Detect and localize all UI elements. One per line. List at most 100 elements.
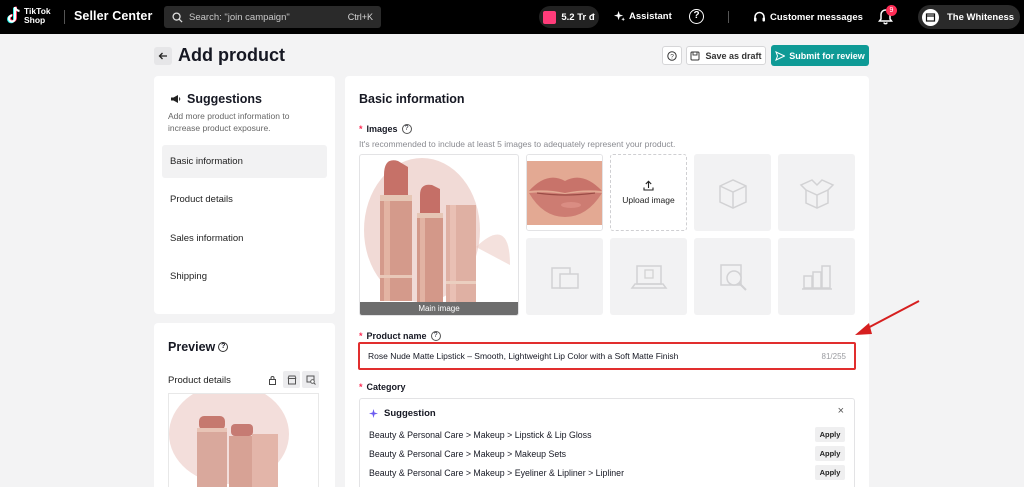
- section-title: Basic information: [359, 92, 465, 106]
- search-preview-icon[interactable]: [302, 371, 319, 388]
- category-suggestion-box: Suggestion × Beauty & Personal Care > Ma…: [359, 398, 855, 487]
- search-icon: [172, 11, 183, 23]
- save-draft-button[interactable]: Save as draft: [686, 46, 766, 65]
- page-title: Add product: [178, 45, 285, 65]
- coins-balance-button[interactable]: 5.2 Tr đ: [539, 6, 599, 28]
- category-path: Beauty & Personal Care > Makeup > Lipsti…: [369, 429, 592, 440]
- package-icon: [550, 266, 579, 289]
- divider: [64, 10, 65, 24]
- apply-button[interactable]: Apply: [815, 465, 845, 480]
- submit-review-label: Submit for review: [789, 50, 865, 61]
- question-circle-icon[interactable]: ?: [218, 342, 229, 352]
- open-box-icon: [799, 178, 834, 209]
- image-placeholder-size-chart[interactable]: [778, 238, 855, 315]
- help-button[interactable]: ?: [662, 46, 682, 65]
- nav-item-shipping[interactable]: Shipping: [162, 260, 327, 293]
- logo-line-2: Shop: [24, 15, 46, 25]
- preview-mode-switcher: [264, 371, 319, 388]
- lips-photo: [527, 155, 602, 230]
- save-icon: [690, 51, 700, 60]
- divider: [728, 11, 729, 23]
- suggestion-header: Suggestion: [369, 408, 436, 419]
- preview-panel: Preview ? Product details: [154, 323, 335, 487]
- upload-label: Upload image: [622, 195, 675, 205]
- upload-icon: [643, 180, 654, 191]
- preview-title-text: Preview: [168, 340, 216, 354]
- user-menu[interactable]: The Whiteness: [918, 5, 1020, 29]
- category-label: * Category: [359, 382, 406, 392]
- svg-text:?: ?: [670, 53, 674, 60]
- product-name-label: * Product name ?: [359, 331, 441, 341]
- basic-information-section: Basic information * Images ? It's recomm…: [345, 76, 869, 487]
- nav-item-label: Sales information: [170, 233, 244, 244]
- category-suggestion-row: Beauty & Personal Care > Makeup > Eyelin…: [369, 464, 845, 481]
- shop-preview-icon[interactable]: [283, 371, 300, 388]
- image-placeholder-magnifier[interactable]: [694, 238, 771, 315]
- tiktok-logo-icon: [7, 6, 20, 24]
- send-icon: [775, 50, 786, 61]
- product-name-label-text: Product name: [366, 331, 427, 341]
- customer-messages-label: Customer messages: [770, 11, 863, 23]
- image-placeholder-package[interactable]: [526, 238, 603, 315]
- assistant-button[interactable]: Assistant: [614, 11, 672, 22]
- size-chart-icon: [801, 264, 832, 290]
- product-name-value: Rose Nude Matte Lipstick – Smooth, Light…: [368, 351, 679, 361]
- megaphone-icon: [171, 95, 181, 103]
- lock-icon[interactable]: [264, 371, 281, 388]
- required-marker: *: [359, 124, 363, 134]
- magnifier-icon: [719, 263, 747, 291]
- sparkle-icon: [614, 11, 625, 22]
- preview-title: Preview ?: [168, 340, 229, 354]
- category-suggestion-row: Beauty & Personal Care > Makeup > Makeup…: [369, 445, 845, 462]
- upload-image-button[interactable]: Upload image: [610, 154, 687, 231]
- apply-button[interactable]: Apply: [815, 446, 845, 461]
- nav-item-product-details[interactable]: Product details: [162, 183, 327, 216]
- suggestions-title: Suggestions: [170, 92, 262, 106]
- search-input[interactable]: Search: "join campaign" Ctrl+K: [164, 6, 381, 28]
- search-placeholder: Search: "join campaign": [189, 11, 290, 23]
- product-name-input[interactable]: Rose Nude Matte Lipstick – Smooth, Light…: [358, 342, 856, 370]
- image-placeholder-box-closed[interactable]: [694, 154, 771, 231]
- close-icon[interactable]: ×: [838, 405, 844, 417]
- images-label: * Images ?: [359, 124, 412, 134]
- assistant-label: Assistant: [629, 11, 672, 22]
- tiktok-shop-logo[interactable]: TikTok Shop: [7, 6, 51, 26]
- category-suggestion-row: Beauty & Personal Care > Makeup > Lipsti…: [369, 426, 845, 443]
- suggestions-title-text: Suggestions: [187, 92, 263, 106]
- help-icon[interactable]: ?: [689, 9, 704, 24]
- lipstick-product-image: [364, 158, 510, 302]
- laptop-icon: [630, 264, 667, 289]
- images-hint: It's recommended to include at least 5 i…: [359, 139, 676, 149]
- customer-messages-button[interactable]: Customer messages: [753, 11, 863, 23]
- box-icon: [718, 178, 747, 209]
- question-circle-icon[interactable]: ?: [430, 331, 441, 341]
- nav-item-label: Product details: [170, 194, 233, 205]
- suggestion-title: Suggestion: [384, 408, 436, 419]
- main-image-label: Main image: [360, 302, 518, 315]
- user-name: The Whiteness: [947, 11, 1015, 23]
- question-circle-icon[interactable]: ?: [401, 124, 412, 134]
- main-image-slot[interactable]: Main image: [359, 154, 519, 316]
- image-placeholder-laptop[interactable]: [610, 238, 687, 315]
- top-navigation-bar: TikTok Shop Seller Center Search: "join …: [0, 0, 1024, 34]
- gift-icon: [543, 10, 557, 24]
- submit-review-button[interactable]: Submit for review: [771, 45, 869, 66]
- back-button[interactable]: [154, 47, 172, 65]
- nav-item-sales-information[interactable]: Sales information: [162, 222, 327, 255]
- save-draft-label: Save as draft: [705, 50, 762, 61]
- store-avatar-icon: [922, 8, 939, 26]
- image-placeholder-box-open[interactable]: [778, 154, 855, 231]
- sparkle-icon: [369, 409, 378, 418]
- image-slot-lips[interactable]: [526, 154, 603, 231]
- category-path: Beauty & Personal Care > Makeup > Makeup…: [369, 448, 567, 459]
- coins-value: 5.2 Tr đ: [561, 11, 595, 23]
- headset-icon: [754, 11, 765, 22]
- suggestions-description: Add more product information to increase…: [168, 111, 290, 133]
- required-marker: *: [359, 382, 363, 392]
- app-title: Seller Center: [74, 9, 153, 23]
- nav-item-label: Shipping: [170, 271, 207, 282]
- question-circle-icon: ?: [667, 50, 677, 61]
- character-count: 81/255: [821, 351, 846, 361]
- nav-item-basic-information[interactable]: Basic information: [162, 145, 327, 178]
- apply-button[interactable]: Apply: [815, 427, 845, 442]
